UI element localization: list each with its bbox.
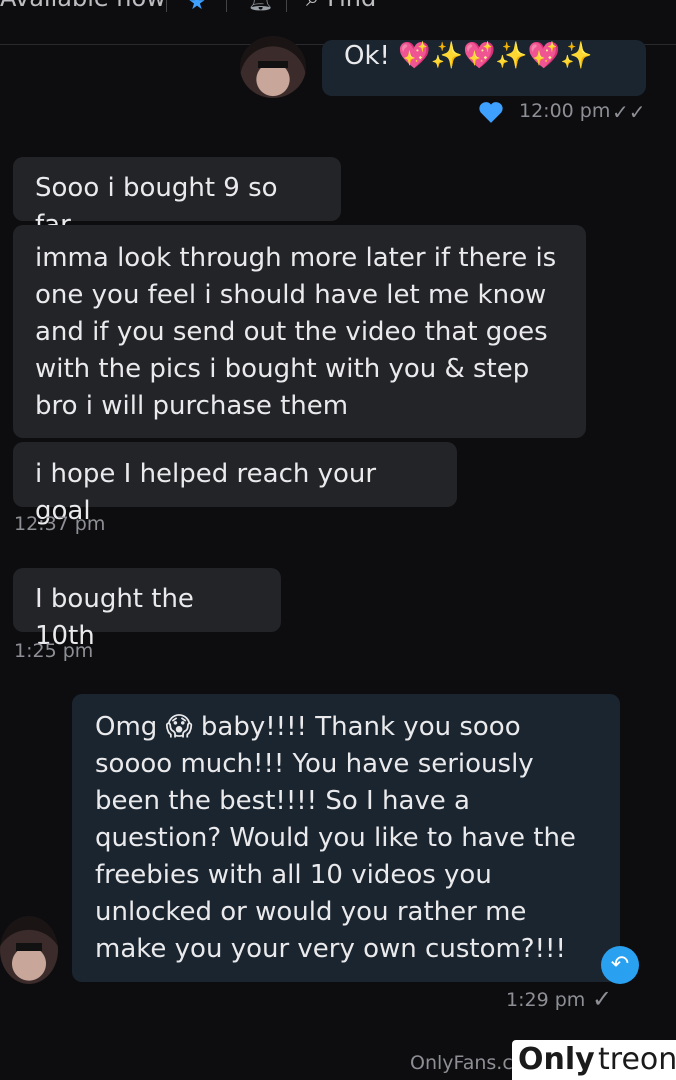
divider	[226, 0, 227, 12]
message-bubble-incoming[interactable]: i hope I helped reach your goal	[13, 442, 457, 526]
double-check-icon: ✓✓	[612, 100, 646, 124]
message-bubble-incoming[interactable]: imma look through more later if there is…	[13, 225, 586, 438]
check-icon: ✓	[592, 985, 613, 1013]
message-time: 1:29 pm	[506, 989, 586, 1011]
message-time: 1:25 pm	[14, 640, 94, 662]
message-bubble-outgoing[interactable]: Ok! 💖✨💖✨💖✨	[322, 40, 646, 96]
chat-header: Available now ★ 🔔︎ ⌕ Find	[0, 0, 676, 45]
undo-icon[interactable]: ↶	[601, 946, 639, 984]
site-label: OnlyFans.c	[410, 1052, 513, 1074]
divider	[166, 0, 167, 12]
online-status: Available now	[0, 0, 166, 12]
divider	[286, 0, 287, 12]
message-bubble-outgoing[interactable]: Omg 😱 baby!!!! Thank you sooo soooo much…	[72, 694, 620, 982]
avatar[interactable]	[0, 916, 58, 984]
avatar-mask	[16, 943, 42, 952]
avatar-mask	[258, 60, 288, 69]
message-bubble-incoming[interactable]: Sooo i bought 9 so far	[13, 157, 341, 240]
message-bubble-incoming[interactable]: I bought the 10th	[13, 568, 281, 651]
find-button[interactable]: ⌕ Find	[306, 0, 376, 12]
star-icon[interactable]: ★	[188, 0, 206, 14]
message-time: 12:37 pm	[14, 513, 106, 535]
bell-icon[interactable]: 🔔︎	[248, 0, 273, 12]
message-time: 12:00 pm	[519, 100, 611, 122]
heart-icon[interactable]	[478, 100, 504, 124]
avatar[interactable]	[240, 36, 306, 98]
watermark-logo: Only treon	[512, 1040, 676, 1080]
